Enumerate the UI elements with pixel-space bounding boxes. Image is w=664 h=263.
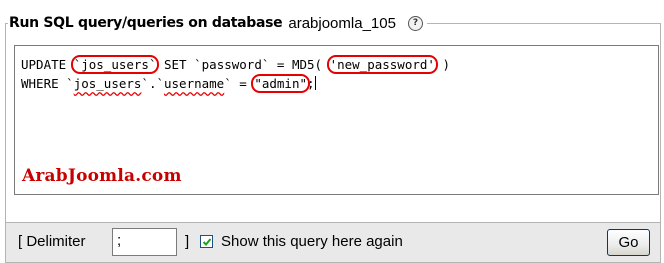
query-footer: [ Delimiter ; ] Show this query here aga… <box>5 222 661 263</box>
spellcheck-word: jos_users <box>73 76 142 91</box>
sql-text: UPDATE <box>21 57 74 72</box>
fieldset-legend: Run SQL query/queries on database arabjo… <box>8 13 427 33</box>
checkmark-icon <box>202 238 212 246</box>
sql-line-2: WHERE `jos_users`.`username` = "admin"; <box>21 74 658 93</box>
legend-title: Run SQL query/queries on database <box>9 15 283 31</box>
show-query-checkbox[interactable] <box>200 235 213 248</box>
watermark-text: ArabJoomla.com <box>22 166 182 186</box>
highlight-new-password: 'new_password' <box>326 55 438 74</box>
highlight-admin: "admin" <box>251 74 311 93</box>
highlight-table-name: `jos_users` <box>70 55 160 74</box>
delimiter-label: [ Delimiter <box>18 233 86 250</box>
delimiter-input[interactable]: ; <box>112 228 177 256</box>
sql-text: WHERE ` <box>21 76 74 91</box>
sql-text: ) <box>434 57 450 72</box>
sql-line-1: UPDATE `jos_users` SET `password` = MD5(… <box>21 55 658 74</box>
delimiter-close-bracket: ] <box>185 233 190 250</box>
show-query-label[interactable]: Show this query here again <box>221 233 403 250</box>
spellcheck-word: username <box>164 76 225 91</box>
sql-text: ; <box>307 76 315 91</box>
text-caret <box>314 76 316 90</box>
go-button[interactable]: Go <box>607 229 650 256</box>
sql-text: SET `password` = MD5( <box>156 57 330 72</box>
sql-text: `.` <box>141 76 164 91</box>
database-name: arabjoomla_105 <box>288 14 396 32</box>
sql-text: ` = <box>224 76 255 91</box>
help-icon[interactable]: ? <box>407 15 423 31</box>
